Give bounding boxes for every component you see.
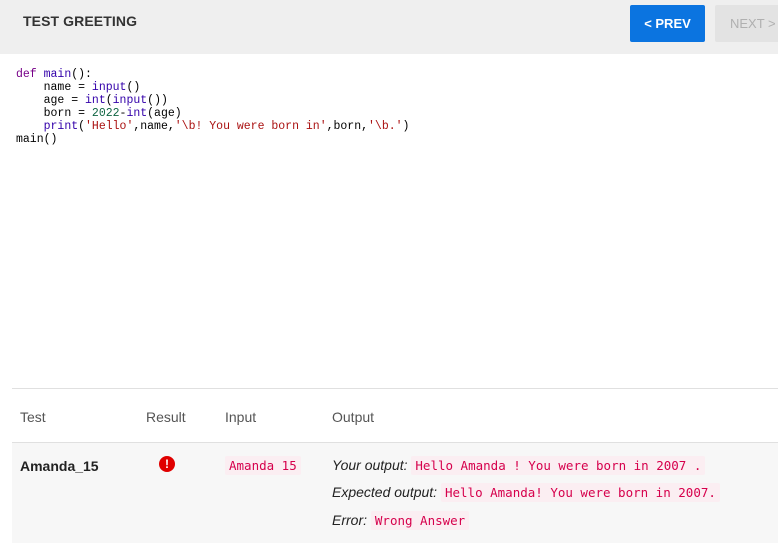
code-line-3: age = int(input()) (43, 94, 168, 107)
your-output-line: Your output: Hello Amanda ! You were bor… (332, 456, 706, 475)
next-button[interactable]: NEXT > (715, 5, 778, 42)
code-line-4: born = 2022-int(age) (43, 107, 182, 120)
test-name: Amanda_15 (20, 458, 99, 474)
code-line-6: main() (16, 133, 58, 146)
column-header-test: Test (20, 409, 46, 425)
prev-button[interactable]: < PREV (630, 5, 705, 42)
input-value: Amanda 15 (225, 456, 301, 475)
header-bar: TEST GREETING < PREV NEXT > (0, 0, 778, 54)
results-table-header: Test Result Input Output (12, 389, 778, 442)
error-icon: ! (159, 456, 175, 472)
error-value: Wrong Answer (370, 511, 470, 530)
error-line: Error: Wrong Answer (332, 511, 470, 530)
expected-output-line: Expected output: Hello Amanda! You were … (332, 483, 720, 502)
page-title: TEST GREETING (23, 13, 138, 29)
error-label: Error: (332, 512, 367, 528)
your-output-label: Your output: (332, 457, 408, 473)
expected-output-value: Hello Amanda! You were born in 2007. (440, 483, 720, 502)
column-header-input: Input (225, 409, 257, 425)
code-line-1: def main(): (16, 68, 92, 81)
code-line-2: name = input() (43, 81, 141, 94)
code-editor[interactable]: def main(): name = input() age = int(inp… (16, 68, 409, 146)
your-output-value: Hello Amanda ! You were born in 2007 . (411, 456, 706, 475)
column-header-result: Result (146, 409, 186, 425)
table-row: Amanda_15 ! Amanda 15 Your output: Hello… (12, 443, 778, 543)
column-header-output: Output (332, 409, 375, 425)
test-input: Amanda 15 (225, 456, 301, 475)
expected-output-label: Expected output: (332, 484, 438, 500)
code-line-5: print('Hello',name,'\b! You were born in… (43, 120, 410, 133)
